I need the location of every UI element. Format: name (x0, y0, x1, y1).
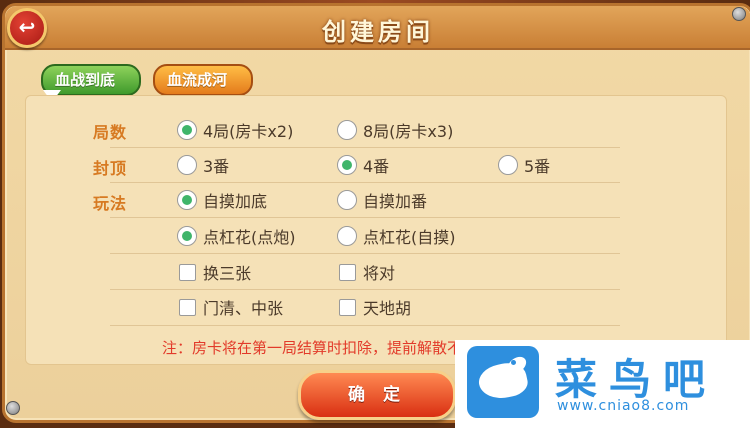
extra-menqing[interactable]: 门清、中张 (179, 295, 283, 319)
rounds-option-8[interactable]: 8局(房卡x3) (337, 118, 453, 142)
radio-selected-icon[interactable] (177, 120, 197, 140)
rivet-icon (732, 7, 746, 21)
option-label: 自摸加番 (363, 192, 428, 211)
checkbox-icon[interactable] (179, 263, 196, 281)
self-draw-add-base[interactable]: 自摸加底 (177, 188, 267, 212)
option-label: 天地胡 (363, 299, 412, 318)
cap-option-4[interactable]: 4番 (337, 153, 389, 177)
rounds-option-4[interactable]: 4局(房卡x2) (177, 118, 293, 142)
option-label: 将对 (363, 264, 396, 283)
radio-icon[interactable] (337, 120, 357, 140)
watermark-url: www.cniao8.com (557, 398, 690, 414)
option-label: 点杠花(自摸) (363, 228, 456, 247)
radio-selected-icon[interactable] (337, 155, 357, 175)
confirm-button[interactable]: 确 定 (298, 370, 456, 420)
cap-option-5[interactable]: 5番 (498, 153, 550, 177)
row-divider (110, 217, 620, 218)
radio-selected-icon[interactable] (177, 190, 197, 210)
radio-icon[interactable] (498, 155, 518, 175)
extra-tiandihu[interactable]: 天地胡 (339, 295, 411, 319)
row-divider (110, 253, 620, 254)
kong-option-zimo[interactable]: 点杠花(自摸) (337, 224, 456, 248)
option-label: 点杠花(点炮) (203, 228, 296, 247)
kong-option-dianpao[interactable]: 点杠花(点炮) (177, 224, 296, 248)
checkbox-icon[interactable] (339, 263, 356, 281)
game-scene: 创建房间 ↩ 血战到底 血流成河 局数 4局(房卡x2) 8局(房卡x3) 封顶 (0, 0, 750, 428)
dialog-titlebar: 创建房间 (5, 6, 750, 50)
option-label: 5番 (524, 157, 551, 176)
option-label: 换三张 (203, 264, 252, 283)
option-label: 3番 (203, 157, 230, 176)
radio-icon[interactable] (177, 155, 197, 175)
radio-icon[interactable] (337, 190, 357, 210)
extra-huansanzhang[interactable]: 换三张 (179, 260, 251, 284)
option-label: 门清、中张 (203, 299, 284, 318)
bird-logo-icon (467, 346, 539, 418)
radio-icon[interactable] (337, 226, 357, 246)
rounds-label: 局数 (93, 123, 128, 142)
option-label: 自摸加底 (203, 192, 268, 211)
option-label: 4局(房卡x2) (203, 122, 294, 141)
cap-label: 封顶 (93, 159, 128, 178)
option-label: 8局(房卡x3) (363, 122, 454, 141)
bird-eye-icon (511, 360, 516, 365)
row-divider (110, 182, 620, 183)
watermark: 菜鸟吧 www.cniao8.com (455, 340, 750, 428)
self-draw-add-fan[interactable]: 自摸加番 (337, 188, 427, 212)
cap-option-3[interactable]: 3番 (177, 153, 229, 177)
extra-jiangdui[interactable]: 将对 (339, 260, 395, 284)
back-arrow-icon[interactable]: ↩ (7, 8, 47, 48)
dialog-title: 创建房间 (322, 18, 434, 46)
row-divider (110, 325, 620, 326)
option-label: 4番 (363, 157, 390, 176)
rivet-icon (6, 401, 20, 415)
row-divider (110, 147, 620, 148)
radio-selected-icon[interactable] (177, 226, 197, 246)
tab-xueliu[interactable]: 血流成河 (153, 64, 253, 96)
checkbox-icon[interactable] (339, 298, 356, 316)
play-label: 玩法 (93, 194, 128, 213)
checkbox-icon[interactable] (179, 298, 196, 316)
row-divider (110, 289, 620, 290)
